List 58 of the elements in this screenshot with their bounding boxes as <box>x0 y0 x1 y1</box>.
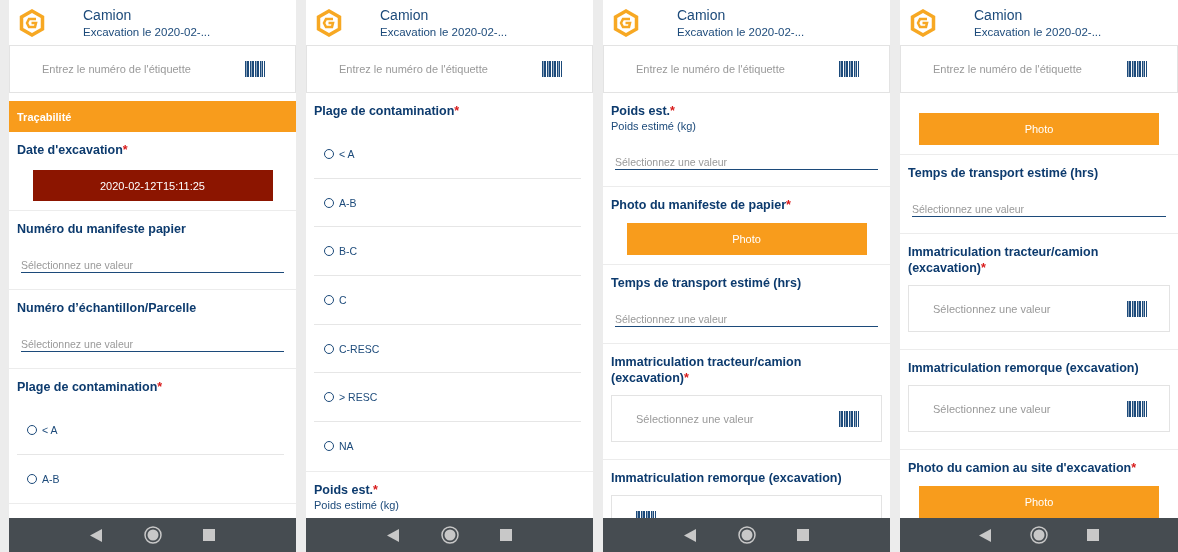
screen-subtitle: Excavation le 2020-02-... <box>380 24 508 40</box>
radio-label[interactable]: > RESC <box>339 391 378 404</box>
recents-icon[interactable] <box>796 529 809 541</box>
field-label: Numéro du manifeste papier <box>17 221 187 237</box>
hexagon-logo-icon <box>910 8 936 37</box>
radio-label[interactable]: A-B <box>42 473 60 486</box>
recents-icon[interactable] <box>499 529 512 541</box>
barcode-icon[interactable] <box>839 61 859 77</box>
field-label: Numéro d’échantillon/Parcelle <box>17 300 198 316</box>
field-hint: Poids estimé (kg) <box>314 497 400 513</box>
hexagon-logo-icon <box>613 8 639 37</box>
field-label: Date d'excavation* <box>17 142 129 158</box>
hexagon-logo-icon <box>316 8 342 37</box>
home-icon[interactable] <box>737 526 756 544</box>
radio-label[interactable]: NA <box>339 440 354 453</box>
home-icon[interactable] <box>143 526 162 544</box>
field-label: Temps de transport estimé (hrs) <box>611 275 803 291</box>
radio-label[interactable]: < A <box>42 423 58 436</box>
field-label: Immatriculation remorque (excavation) <box>908 360 1140 376</box>
radio-label[interactable]: A-B <box>339 196 357 209</box>
radio-label[interactable]: C <box>339 293 347 306</box>
radio-label[interactable]: < A <box>339 147 355 160</box>
field-label: Photo du manifeste de papier* <box>611 197 792 213</box>
home-icon[interactable] <box>440 526 459 544</box>
screen-title: Camion <box>677 5 727 24</box>
field-label: Poids est.* <box>314 481 379 498</box>
home-icon[interactable] <box>1030 526 1048 544</box>
barcode-icon[interactable] <box>1127 61 1147 77</box>
barcode-icon[interactable] <box>839 410 859 427</box>
field-label: Poids est.* <box>611 103 676 119</box>
field-label: Immatriculation tracteur/camion (excavation)* <box>611 354 803 386</box>
radio-label[interactable]: C-RESC <box>339 342 380 355</box>
barcode-icon[interactable] <box>1127 300 1147 317</box>
screen-title: Camion <box>83 5 133 24</box>
field-label: Immatriculation remorque (excavation) <box>611 470 843 486</box>
field-label: Temps de transport estimé (hrs) <box>908 165 1100 181</box>
screen-title: Camion <box>380 5 430 24</box>
back-icon[interactable] <box>979 528 991 542</box>
recents-icon[interactable] <box>202 529 215 541</box>
back-icon[interactable] <box>387 528 400 542</box>
barcode-icon[interactable] <box>1127 400 1147 417</box>
barcode-icon[interactable] <box>542 61 562 77</box>
screen-subtitle: Excavation le 2020-02-... <box>974 24 1102 40</box>
screen-subtitle: Excavation le 2020-02-... <box>677 24 805 40</box>
back-icon[interactable] <box>90 528 103 542</box>
hexagon-logo-icon <box>19 8 45 37</box>
radio-label[interactable]: B-C <box>339 245 358 258</box>
field-label: Plage de contamination* <box>314 103 461 119</box>
field-label: Immatriculation tracteur/camion (excavation)* <box>908 244 1100 276</box>
section-header: Traçabilité <box>9 101 296 132</box>
field-hint: Poids estimé (kg) <box>611 119 697 134</box>
field-label: Plage de contamination* <box>17 379 164 395</box>
barcode-icon[interactable] <box>245 61 265 77</box>
screen-title: Camion <box>974 5 1024 24</box>
back-icon[interactable] <box>684 528 697 542</box>
date-button[interactable]: 2020-02-12T15:11:25 <box>32 170 273 201</box>
screen-subtitle: Excavation le 2020-02-... <box>83 24 211 40</box>
field-label: Photo du camion au site d'excavation* <box>908 460 1138 476</box>
